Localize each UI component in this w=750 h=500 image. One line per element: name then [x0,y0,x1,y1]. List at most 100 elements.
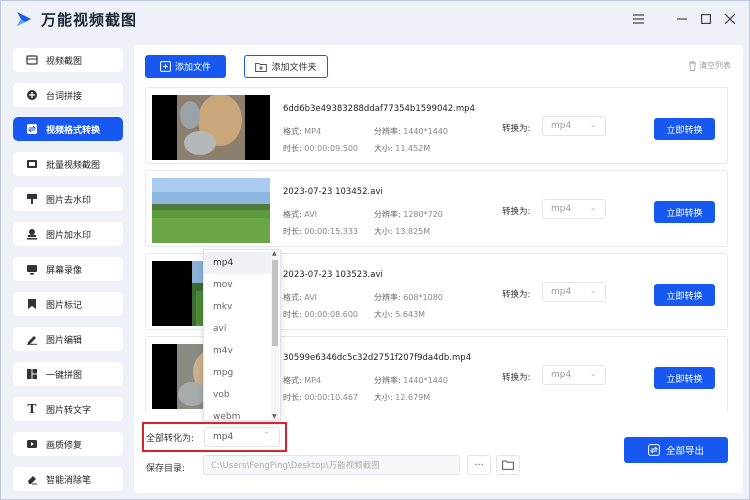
brush-icon [26,193,38,205]
sidebar-item-label: 批量视频截图 [46,160,101,171]
sidebar-item-batch-screenshot[interactable]: 批量视频截图 [13,152,123,176]
eraser-icon [26,473,38,485]
file-resolution: 分辨率: 1280*720 [374,210,443,219]
screen-record-icon [26,263,38,275]
export-all-button[interactable]: 全部导出 [624,437,728,463]
file-format: 格式: AVI [283,210,318,219]
maximize-icon[interactable] [696,9,716,29]
sidebar-item-add-watermark[interactable]: 图片加水印 [13,222,123,246]
add-file-button[interactable]: 添加文件 [145,55,226,78]
sidebar-item-smart-eraser[interactable]: 智能消除笔 [13,467,123,491]
chevron-down-icon: ⌄ [589,369,597,379]
sidebar-item-video-screenshot[interactable]: 视频截图 [13,48,123,72]
sidebar-item-label: 智能消除笔 [46,475,92,486]
sidebar-item-video-format-convert[interactable]: 视频格式转换 [13,117,123,141]
add-folder-label: 添加文件夹 [271,63,317,73]
file-size: 大小: 12.679M [374,393,431,402]
format-select[interactable]: mp4 ⌄ [542,199,606,219]
file-duration: 时长: 00:00:09.500 [283,144,358,153]
convert-all-label: 全部转化为: [146,434,195,444]
file-format: 格式: MP4 [283,127,322,136]
sidebar-item-label: 视频格式转换 [46,125,101,136]
format-select-value: mp4 [551,121,572,131]
dropdown-option-webm[interactable]: webm [204,406,272,420]
sidebar-item-remove-watermark[interactable]: 图片去水印 [13,187,123,211]
app-title: 万能视频截图 [41,11,138,29]
dropdown-option-mkv[interactable]: mkv [204,296,272,318]
close-icon[interactable] [720,9,740,29]
file-duration: 时长: 00:00:10.467 [283,393,358,402]
save-path-field[interactable]: C:\Users\FengPing\Desktop\万能视频截图 [203,455,460,475]
convert-now-button[interactable]: 立即转换 [654,284,715,306]
sidebar-item-label: 图片编辑 [46,335,83,346]
file-duration: 时长: 00:00:08.600 [283,310,358,319]
export-all-label: 全部导出 [665,446,704,457]
video-repair-icon [26,438,38,450]
video-thumbnail [152,95,270,160]
dropdown-option-mp4[interactable]: mp4 [204,252,272,274]
format-select[interactable]: mp4 ⌄ [542,116,606,136]
chevron-up-icon: ⌃ [262,431,270,441]
convert-now-button[interactable]: 立即转换 [654,201,715,223]
dropdown-option-vob[interactable]: vob [204,384,272,406]
app-window: 万能视频截图 视频截图 台词拼接 视频格式转换 批量视频截图 图片去水印 图片加… [0,0,750,500]
format-select[interactable]: mp4 ⌄ [542,365,606,385]
stamp-icon [26,228,38,240]
sidebar-item-image-edit[interactable]: 图片编辑 [13,327,123,351]
file-name: 2023-07-23 103523.avi [283,270,383,280]
chevron-down-icon: ⌄ [589,286,597,296]
dropdown-scroll-thumb[interactable] [272,260,278,346]
file-row: 2023-07-23 103452.avi 格式: AVI 分辨率: 1280*… [145,170,728,247]
format-select[interactable]: mp4 ⌄ [542,282,606,302]
minimize-icon[interactable] [672,9,692,29]
sidebar-item-label: 台词拼接 [46,91,83,102]
dropdown-option-mpg[interactable]: mpg [204,362,272,384]
browse-button[interactable]: ··· [467,455,491,475]
clear-list-button[interactable]: 清空列表 [688,60,731,71]
file-size: 大小: 5.643M [374,310,426,319]
convert-to-label: 转换为: [502,207,531,217]
file-duration: 时长: 00:00:15.333 [283,227,358,236]
sidebar-item-label: 一键拼图 [46,370,83,381]
sidebar-item-label: 屏幕录像 [46,265,83,276]
pencil-icon [26,333,38,345]
film-icon [26,54,38,66]
convert-all-select[interactable]: mp4 ⌃ [204,427,280,447]
folder-icon [502,460,514,470]
sidebar-item-label: 图片去水印 [46,195,92,206]
convert-icon [26,123,38,135]
add-folder-button[interactable]: 添加文件夹 [244,55,328,78]
grid-icon [26,368,38,380]
chevron-up-icon[interactable]: ▲ [272,250,277,257]
bookmark-icon [26,298,38,310]
convert-now-button[interactable]: 立即转换 [654,367,715,389]
dropdown-option-mov[interactable]: mov [204,274,272,296]
file-size: 大小: 11.452M [374,144,431,153]
title-bar: 万能视频截图 [1,1,749,37]
app-logo-icon [17,12,31,26]
file-resolution: 分辨率: 1440*1440 [374,376,448,385]
sidebar-item-subtitle-stitch[interactable]: 台词拼接 [13,83,123,107]
chevron-down-icon: ⌄ [589,203,597,213]
format-select-value: mp4 [551,204,572,214]
save-dir-label: 保存目录: [146,464,186,474]
plus-circle-icon [26,89,38,101]
menu-icon[interactable] [628,9,648,29]
convert-now-button[interactable]: 立即转换 [654,118,715,140]
sidebar-item-image-mark[interactable]: 图片标记 [13,292,123,316]
dropdown-option-m4v[interactable]: m4v [204,340,272,362]
open-folder-button[interactable] [496,455,520,475]
chevron-down-icon: ⌄ [589,120,597,130]
sidebar-item-screen-record[interactable]: 屏幕录像 [13,257,123,281]
add-file-label: 添加文件 [174,63,211,73]
sidebar-item-image-to-text[interactable]: T 图片转文字 [13,397,123,421]
sidebar-item-quality-repair[interactable]: 画质修复 [13,432,123,456]
file-resolution: 分辨率: 608*1080 [374,293,443,302]
trash-icon [689,61,696,71]
convert-to-label: 转换为: [502,124,531,134]
chevron-down-icon[interactable]: ▼ [272,413,277,420]
sidebar-item-one-click-collage[interactable]: 一键拼图 [13,362,123,386]
dropdown-scrollbar[interactable]: ▲ ▼ [271,250,279,420]
file-resolution: 分辨率: 1440*1440 [374,127,448,136]
dropdown-option-avi[interactable]: avi [204,318,272,340]
